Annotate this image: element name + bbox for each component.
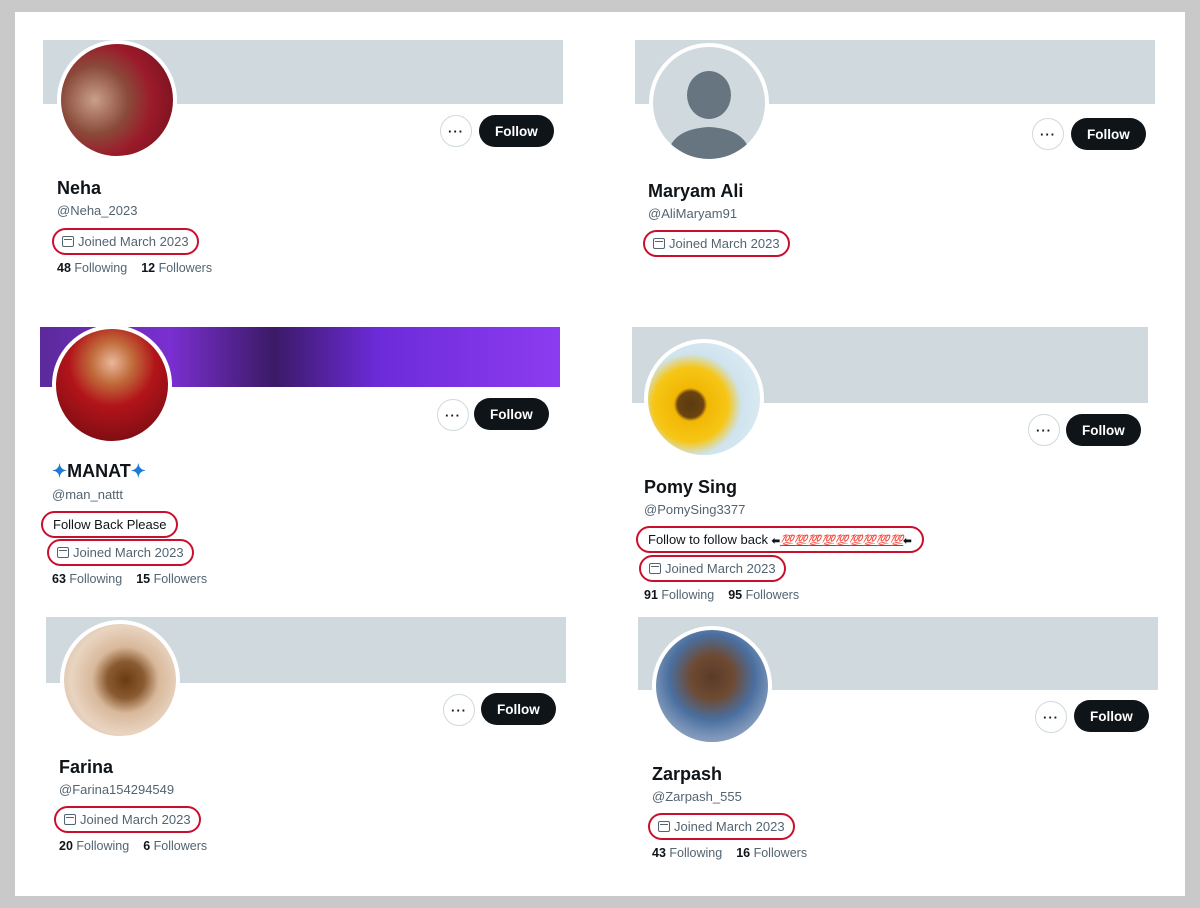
following-label[interactable]: Following (69, 572, 122, 586)
profile-bio: Follow to follow back ⬅💯💯💯💯💯💯💯💯💯⬅ (636, 526, 924, 553)
profile-handle: @Farina154294549 (59, 782, 175, 797)
avatar[interactable] (652, 626, 772, 746)
followers-label[interactable]: Followers (754, 846, 808, 860)
followers-label[interactable]: Followers (154, 839, 208, 853)
joined-date: Joined March 2023 (54, 806, 201, 833)
joined-label: Joined March 2023 (78, 234, 189, 249)
avatar[interactable] (52, 327, 172, 445)
following-count[interactable]: 20 (59, 839, 73, 853)
followers-count[interactable]: 15 (136, 572, 150, 586)
follow-button[interactable]: Follow (481, 693, 556, 725)
joined-date: Joined March 2023 (639, 555, 786, 582)
following-label[interactable]: Following (76, 839, 129, 853)
profile-handle: @Neha_2023 (57, 203, 138, 218)
default-user-icon (667, 71, 751, 159)
followers-count[interactable]: 95 (728, 588, 742, 602)
joined-label: Joined March 2023 (665, 561, 776, 576)
followers-count[interactable]: 6 (143, 839, 150, 853)
profile-name: Neha (57, 178, 102, 198)
back-arrow-icon: ⬅ (903, 536, 912, 547)
more-options-button[interactable]: ··· (443, 694, 475, 726)
back-arrow-icon: ⬅ (771, 536, 780, 547)
more-options-button[interactable]: ··· (1032, 118, 1064, 150)
profile-handle: @PomySing3377 (644, 502, 746, 517)
follow-button[interactable]: Follow (474, 398, 549, 430)
hundred-points-icon: 💯💯💯💯💯💯💯💯💯 (779, 535, 904, 547)
follow-button[interactable]: Follow (479, 115, 554, 147)
profile-name: Maryam Ali (648, 181, 744, 201)
profile-handle: @man_nattt (52, 487, 124, 502)
avatar[interactable] (644, 339, 764, 459)
calendar-icon (653, 238, 665, 249)
butterfly-icon: ✦ (130, 461, 146, 481)
more-options-button[interactable]: ··· (1035, 701, 1067, 733)
profile-card-maryam: ··· Follow Maryam Ali @AliMaryam91 Joine… (635, 40, 1155, 265)
followers-label[interactable]: Followers (154, 572, 208, 586)
followers-label[interactable]: Followers (159, 261, 213, 275)
joined-date: Joined March 2023 (648, 813, 795, 840)
follow-stats: 91 Following 95 Followers (644, 588, 799, 602)
following-count[interactable]: 63 (52, 572, 66, 586)
follow-stats: 48 Following 12 Followers (57, 261, 212, 275)
calendar-icon (62, 236, 74, 247)
following-label[interactable]: Following (661, 588, 714, 602)
more-options-button[interactable]: ··· (1028, 414, 1060, 446)
profile-card-manat: ··· Follow ✦MANAT✦ @man_nattt Follow Bac… (40, 327, 560, 589)
profile-name: Zarpash (652, 764, 723, 784)
follow-button[interactable]: Follow (1066, 414, 1141, 446)
profile-handle: @AliMaryam91 (648, 206, 738, 221)
avatar[interactable] (60, 620, 180, 740)
profile-bio: Follow Back Please (41, 511, 179, 538)
more-options-button[interactable]: ··· (437, 399, 469, 431)
profile-card-neha: ··· Follow Neha @Neha_2023 Joined March … (43, 40, 563, 285)
following-label[interactable]: Following (669, 846, 722, 860)
follow-button[interactable]: Follow (1074, 700, 1149, 732)
profile-name-text: MANAT (67, 461, 131, 481)
profile-name: Pomy Sing (644, 477, 738, 497)
calendar-icon (649, 563, 661, 574)
calendar-icon (57, 547, 69, 558)
followers-count[interactable]: 16 (736, 846, 750, 860)
joined-date: Joined March 2023 (643, 230, 790, 257)
joined-date: Joined March 2023 (47, 539, 194, 566)
following-count[interactable]: 43 (652, 846, 666, 860)
avatar[interactable] (57, 40, 177, 160)
joined-label: Joined March 2023 (80, 812, 191, 827)
follow-button[interactable]: Follow (1071, 118, 1146, 150)
profile-card-zarpash: ··· Follow Zarpash @Zarpash_555 Joined M… (638, 617, 1158, 869)
profile-name: ✦MANAT✦ (52, 461, 146, 482)
followers-count[interactable]: 12 (141, 261, 155, 275)
more-options-button[interactable]: ··· (440, 115, 472, 147)
profile-bio-text: Follow to follow back (648, 532, 768, 547)
follow-stats: 43 Following 16 Followers (652, 846, 807, 860)
joined-label: Joined March 2023 (674, 819, 785, 834)
following-count[interactable]: 48 (57, 261, 71, 275)
follow-stats: 20 Following 6 Followers (59, 839, 207, 853)
follow-stats: 63 Following 15 Followers (52, 572, 207, 586)
joined-date: Joined March 2023 (52, 228, 199, 255)
followers-label[interactable]: Followers (746, 588, 800, 602)
avatar-default[interactable] (649, 43, 769, 163)
calendar-icon (658, 821, 670, 832)
profile-card-pomy: ··· Follow Pomy Sing @PomySing3377 Follo… (632, 327, 1148, 607)
profile-card-farina: ··· Follow Farina @Farina154294549 Joine… (46, 617, 566, 862)
calendar-icon (64, 814, 76, 825)
joined-label: Joined March 2023 (669, 236, 780, 251)
profile-handle: @Zarpash_555 (652, 789, 742, 804)
following-label[interactable]: Following (74, 261, 127, 275)
joined-label: Joined March 2023 (73, 545, 184, 560)
following-count[interactable]: 91 (644, 588, 658, 602)
profile-name: Farina (59, 757, 114, 777)
butterfly-icon: ✦ (52, 461, 68, 481)
